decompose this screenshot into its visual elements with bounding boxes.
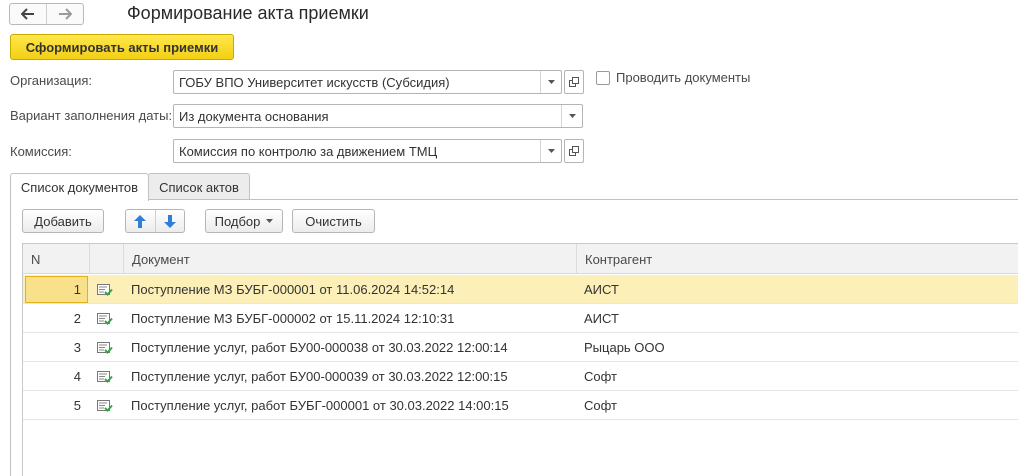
- post-documents-label: Проводить документы: [616, 70, 751, 85]
- row-number: 2: [73, 311, 81, 326]
- date-fill-dropdown-button[interactable]: [561, 105, 582, 127]
- pick-button-label: Подбор: [214, 213, 261, 229]
- tab-documents-list[interactable]: Список документов: [10, 173, 149, 201]
- row-number: 3: [73, 340, 81, 355]
- tab-panel-border: [10, 199, 11, 476]
- chevron-down-icon: [266, 219, 274, 223]
- document-status-icon: [97, 362, 117, 391]
- arrow-up-icon: [134, 214, 147, 228]
- document-cell: Поступление услуг, работ БУ00-000038 от …: [131, 340, 508, 355]
- add-button[interactable]: Добавить: [22, 209, 104, 233]
- post-documents-checkbox[interactable]: [596, 71, 610, 85]
- document-status-icon: [97, 304, 117, 333]
- date-fill-field[interactable]: Из документа основания: [173, 104, 583, 128]
- document-cell: Поступление МЗ БУБГ-000001 от 11.06.2024…: [131, 282, 455, 297]
- chevron-down-icon: [547, 149, 555, 153]
- chevron-down-icon: [547, 80, 555, 84]
- commission-dropdown-button[interactable]: [540, 140, 561, 162]
- table-row[interactable]: 5 Поступление услуг, работ БУБГ-000001 о…: [23, 391, 1018, 420]
- table-row[interactable]: 4 Поступление услуг, работ БУ00-000039 о…: [23, 362, 1018, 391]
- arrow-right-icon: [59, 8, 72, 20]
- table-row[interactable]: 3 Поступление услуг, работ БУ00-000038 о…: [23, 333, 1018, 362]
- commission-open-button[interactable]: [564, 139, 584, 163]
- document-cell: Поступление услуг, работ БУБГ-000001 от …: [131, 398, 509, 413]
- document-posted-icon: [97, 370, 113, 383]
- tab-divider: [148, 199, 1018, 200]
- contractor-cell: Рыцарь ООО: [584, 340, 665, 355]
- column-header-n[interactable]: N: [23, 244, 90, 274]
- date-fill-value: Из документа основания: [179, 108, 329, 124]
- arrow-down-icon: [163, 214, 176, 228]
- column-header-contractor[interactable]: Контрагент: [577, 244, 1018, 274]
- commission-label: Комиссия:: [10, 144, 72, 159]
- chevron-down-icon: [568, 114, 576, 118]
- move-down-button[interactable]: [154, 210, 185, 232]
- form-acts-button[interactable]: Сформировать акты приемки: [10, 34, 234, 60]
- document-posted-icon: [97, 312, 113, 325]
- organization-label: Организация:: [10, 73, 93, 88]
- contractor-cell: Софт: [584, 398, 617, 413]
- contractor-cell: АИСТ: [584, 282, 619, 297]
- organization-field[interactable]: ГОБУ ВПО Университет искусств (Субсидия): [173, 70, 562, 94]
- commission-value: Комиссия по контролю за движением ТМЦ: [179, 143, 438, 159]
- clear-button[interactable]: Очистить: [292, 209, 375, 233]
- organization-dropdown-button[interactable]: [540, 71, 561, 93]
- document-status-icon: [97, 391, 117, 420]
- documents-table: N Документ Контрагент 1 Поступление МЗ Б…: [22, 243, 1018, 476]
- document-posted-icon: [97, 283, 113, 296]
- document-cell: Поступление МЗ БУБГ-000002 от 15.11.2024…: [131, 311, 455, 326]
- document-posted-icon: [97, 399, 113, 412]
- contractor-cell: АИСТ: [584, 311, 619, 326]
- pick-button[interactable]: Подбор: [205, 209, 283, 233]
- move-up-button[interactable]: [126, 210, 155, 232]
- contractor-cell: Софт: [584, 369, 617, 384]
- row-number: 4: [73, 369, 81, 384]
- table-row[interactable]: 1 Поступление МЗ БУБГ-000001 от 11.06.20…: [23, 275, 1018, 304]
- table-row[interactable]: 2 Поступление МЗ БУБГ-000002 от 15.11.20…: [23, 304, 1018, 333]
- page-title: Формирование акта приемки: [127, 3, 369, 23]
- open-window-icon: [569, 146, 579, 156]
- back-button[interactable]: [10, 4, 46, 24]
- document-status-icon: [97, 275, 117, 304]
- move-buttons: [125, 209, 185, 233]
- document-status-icon: [97, 333, 117, 362]
- row-number: 5: [73, 398, 81, 413]
- row-number: 1: [25, 276, 88, 303]
- commission-field[interactable]: Комиссия по контролю за движением ТМЦ: [173, 139, 562, 163]
- tab-acts-list[interactable]: Список актов: [148, 173, 250, 200]
- nav-buttons: [9, 3, 84, 25]
- table-header: N Документ Контрагент: [23, 244, 1018, 274]
- date-fill-label: Вариант заполнения даты:: [10, 108, 173, 123]
- column-header-document[interactable]: Документ: [124, 244, 577, 274]
- column-header-icon[interactable]: [90, 244, 124, 274]
- organization-value: ГОБУ ВПО Университет искусств (Субсидия): [179, 74, 450, 90]
- forward-button[interactable]: [46, 4, 83, 24]
- document-cell: Поступление услуг, работ БУ00-000039 от …: [131, 369, 508, 384]
- document-posted-icon: [97, 341, 113, 354]
- open-window-icon: [569, 77, 579, 87]
- organization-open-button[interactable]: [564, 70, 584, 94]
- arrow-left-icon: [21, 8, 34, 20]
